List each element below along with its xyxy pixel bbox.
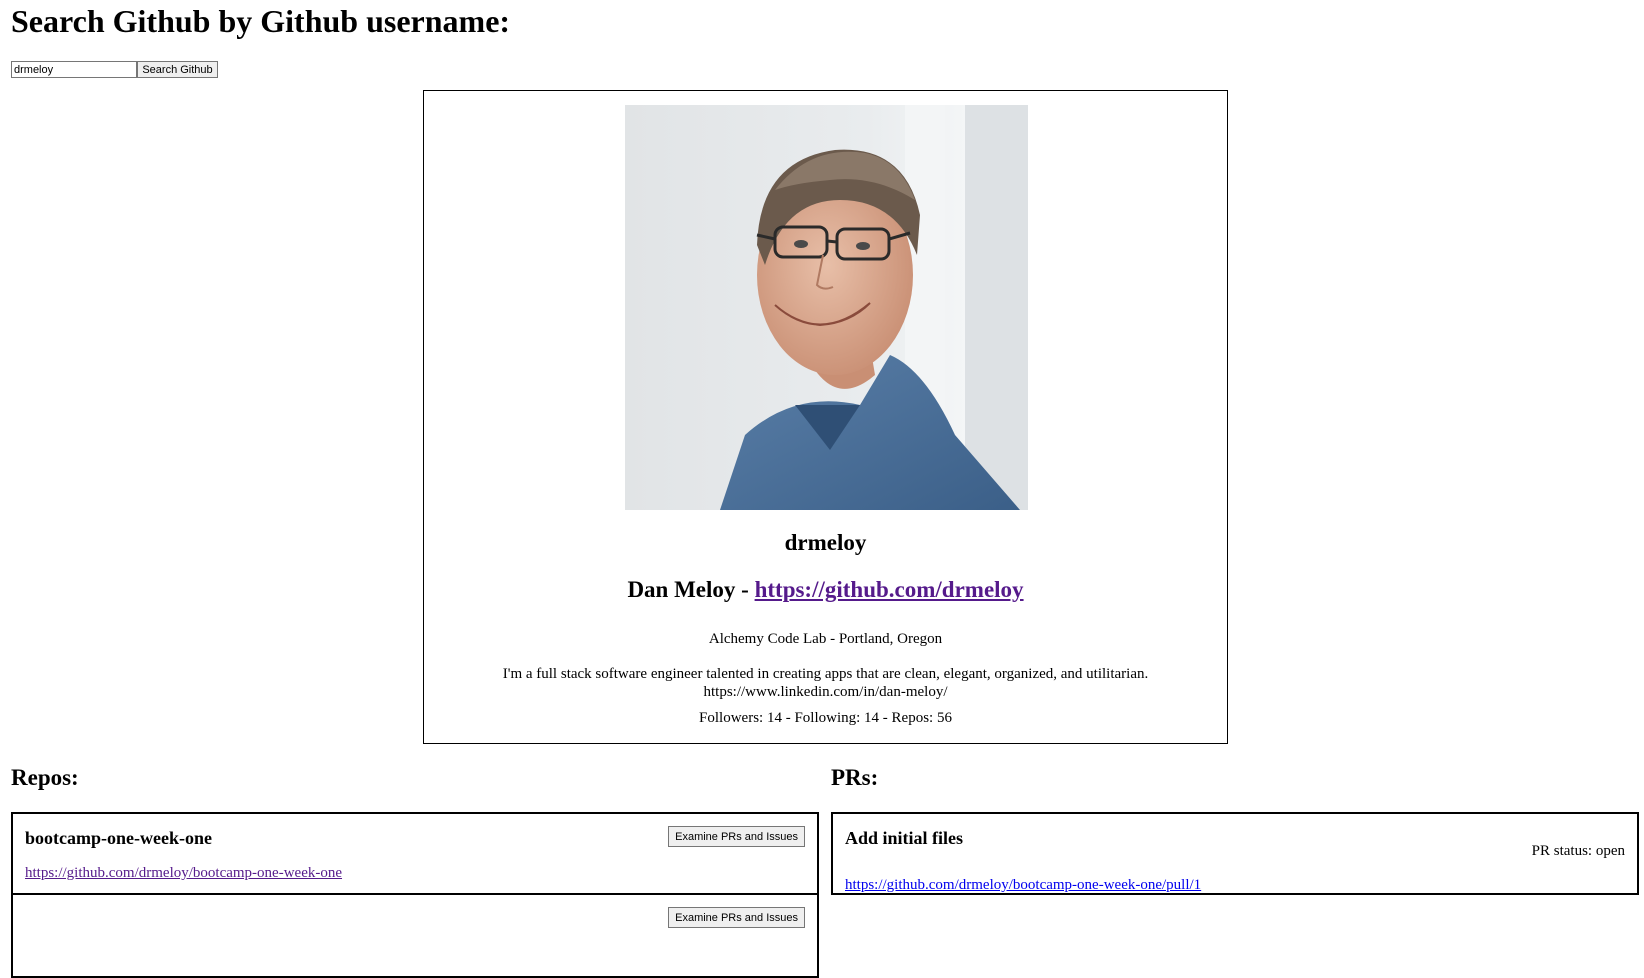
profile-company-location: Alchemy Code Lab - Portland, Oregon <box>708 631 943 647</box>
profile-login: drmeloy <box>784 530 867 555</box>
page-title: Search Github by Github username: <box>11 3 511 39</box>
profile-bio: I'm a full stack software engineer talen… <box>424 665 1227 701</box>
avatar-photo <box>625 105 1028 510</box>
pr-title: Add initial files <box>845 828 964 848</box>
profile-card: drmeloy Dan Meloy - https://github.com/d… <box>423 90 1228 744</box>
pr-link[interactable]: https://github.com/drmeloy/bootcamp-one-… <box>845 876 1201 894</box>
search-github-button[interactable]: Search Github <box>137 61 218 78</box>
profile-name-line: Dan Meloy - https://github.com/drmeloy <box>424 575 1227 605</box>
name-separator: - <box>735 577 755 602</box>
repos-list: bootcamp-one-week-one Examine PRs and Is… <box>11 812 819 978</box>
username-search-input[interactable] <box>11 61 137 78</box>
avatar <box>625 105 1028 510</box>
profile-bio-text: I'm a full stack software engineer talen… <box>502 666 1149 682</box>
pr-item: Add initial files PR status: open https:… <box>831 812 1639 895</box>
repo-item: Examine PRs and Issues <box>11 895 819 978</box>
repo-item: bootcamp-one-week-one Examine PRs and Is… <box>11 812 819 895</box>
repo-name: bootcamp-one-week-one <box>25 828 212 848</box>
examine-prs-issues-button[interactable]: Examine PRs and Issues <box>668 907 805 928</box>
prs-list: Add initial files PR status: open https:… <box>831 812 1639 895</box>
prs-heading: PRs: <box>831 765 879 790</box>
profile-github-link[interactable]: https://github.com/drmeloy <box>755 577 1024 602</box>
search-form: Search Github <box>11 61 218 78</box>
profile-name: Dan Meloy <box>627 577 736 602</box>
repo-link[interactable]: https://github.com/drmeloy/bootcamp-one-… <box>25 864 342 882</box>
pr-status: PR status: open <box>1531 843 1625 859</box>
profile-bio-linkedin: https://www.linkedin.com/in/dan-meloy/ <box>703 684 948 700</box>
profile-stats: Followers: 14 - Following: 14 - Repos: 5… <box>699 710 952 726</box>
examine-prs-issues-button[interactable]: Examine PRs and Issues <box>668 826 805 847</box>
repos-heading: Repos: <box>11 765 79 790</box>
